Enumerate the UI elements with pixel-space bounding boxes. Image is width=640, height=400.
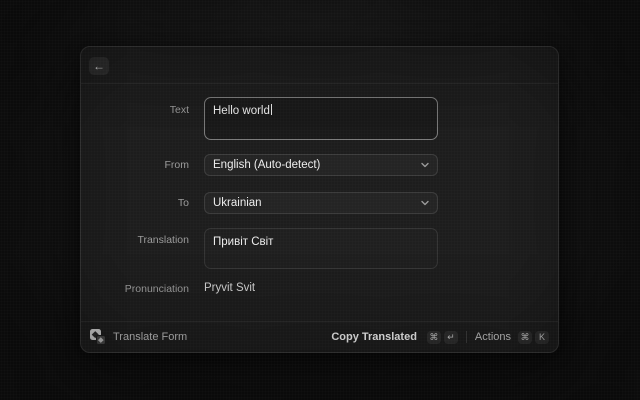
- text-field-label: Text: [81, 104, 189, 116]
- text-input-value: Hello world: [213, 105, 270, 117]
- command-key-icon: ⌘: [518, 331, 532, 344]
- translation-field-label: Translation: [81, 234, 189, 246]
- from-field-label: From: [81, 159, 189, 171]
- chevron-down-icon: [421, 200, 429, 206]
- copy-translated-button[interactable]: Copy Translated: [331, 331, 417, 343]
- from-language-value: English (Auto-detect): [213, 159, 320, 171]
- k-key-icon: K: [535, 331, 549, 344]
- to-language-dropdown[interactable]: Ukrainian: [204, 192, 438, 214]
- footer-actions: Copy Translated ⌘ ↵ Actions ⌘ K: [331, 331, 549, 344]
- arrow-left-icon: ←: [93, 60, 105, 72]
- translation-output[interactable]: Привіт Світ: [204, 228, 438, 269]
- translate-form-window: ← Text Hello world From English (Auto-de…: [80, 46, 559, 353]
- command-key-icon: ⌘: [427, 331, 441, 344]
- from-language-dropdown[interactable]: English (Auto-detect): [204, 154, 438, 176]
- translation-output-value: Привіт Світ: [213, 236, 273, 248]
- command-name: Translate Form: [113, 331, 187, 343]
- translate-form-icon: [90, 329, 106, 345]
- text-input[interactable]: Hello world: [204, 97, 438, 140]
- text-caret: [271, 104, 272, 115]
- footer-separator: [466, 331, 467, 343]
- chevron-down-icon: [421, 162, 429, 168]
- return-key-icon: ↵: [444, 331, 458, 344]
- pronunciation-field-label: Pronunciation: [81, 283, 189, 295]
- to-language-value: Ukrainian: [213, 197, 262, 209]
- window-footer: Translate Form Copy Translated ⌘ ↵ Actio…: [81, 321, 558, 352]
- to-field-label: To: [81, 197, 189, 209]
- window-header: ←: [81, 47, 558, 84]
- back-button[interactable]: ←: [89, 57, 109, 75]
- pronunciation-value: Pryvit Svit: [204, 282, 255, 294]
- actions-menu-button[interactable]: Actions: [475, 331, 511, 343]
